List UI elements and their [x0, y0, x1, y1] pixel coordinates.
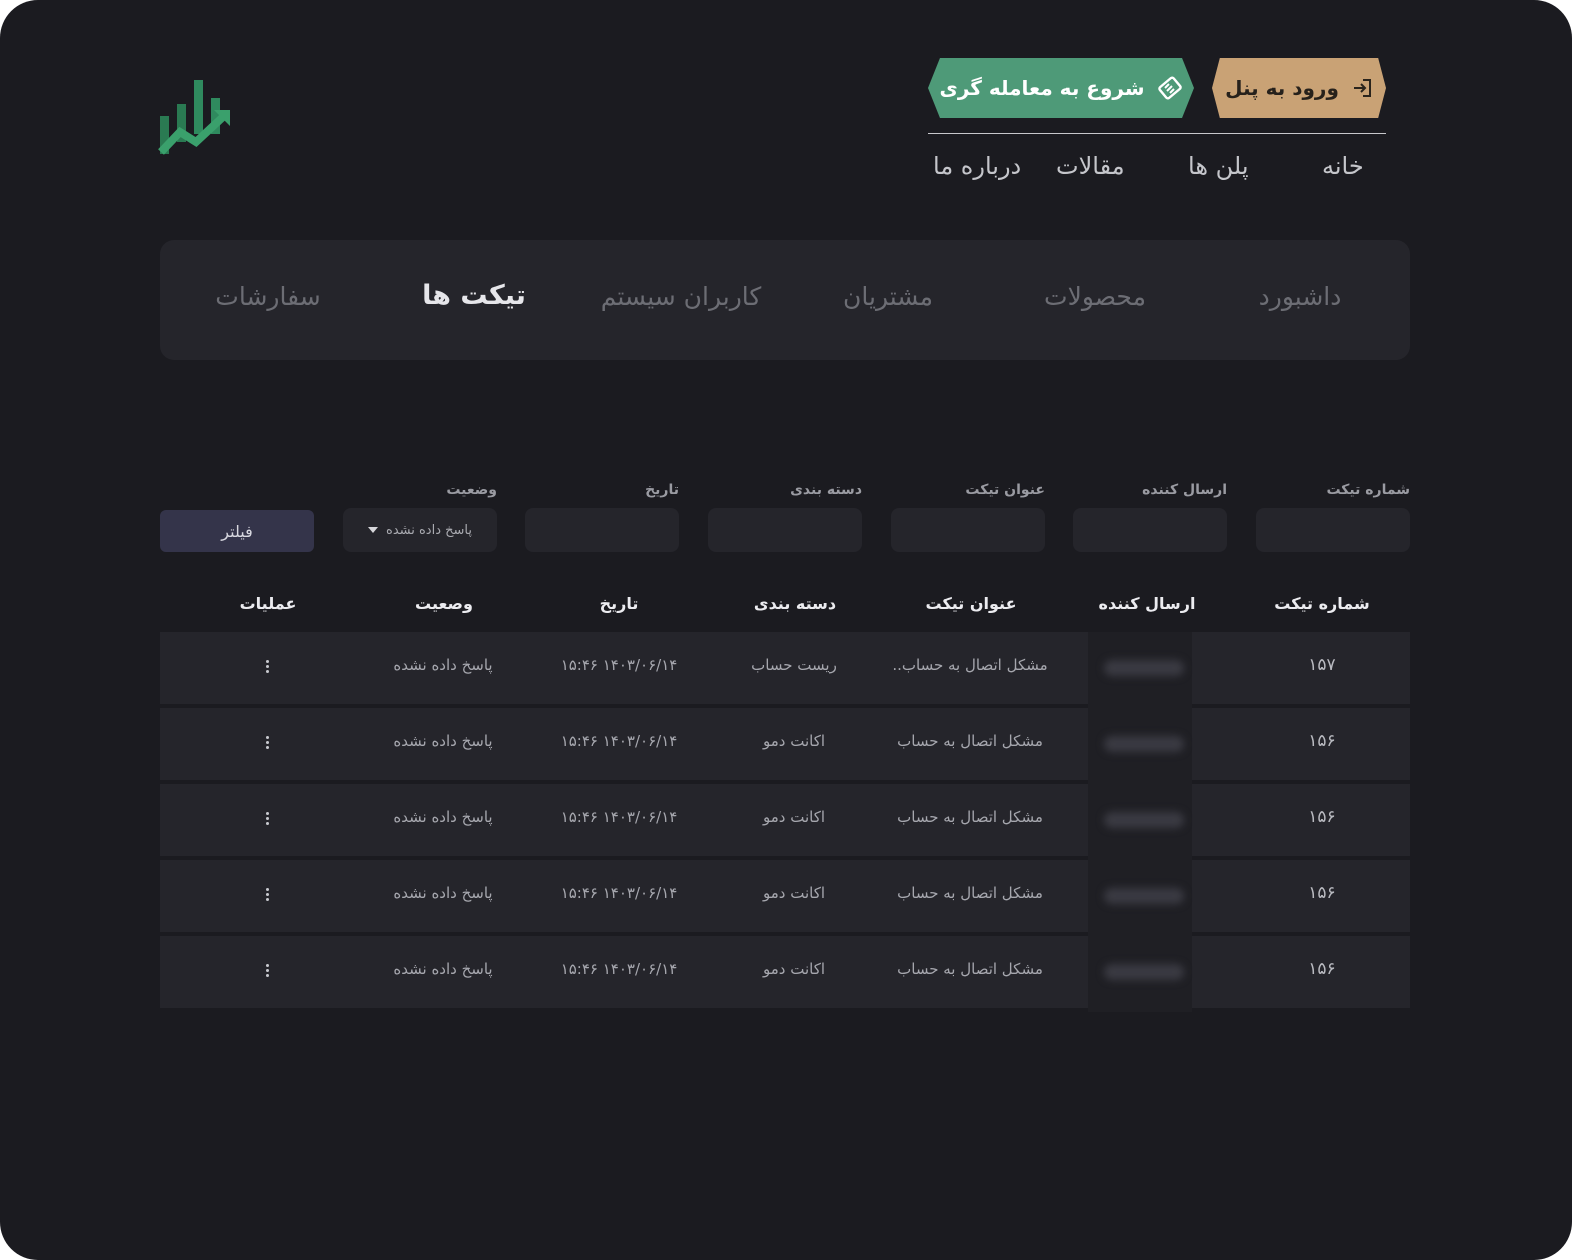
cell-number: ۱۵۷ [1308, 655, 1336, 675]
redacted-sender [1104, 964, 1184, 980]
cell-status: پاسخ داده نشده [393, 808, 493, 826]
column-header-number: شماره تیکت [1274, 594, 1370, 613]
filter-label-sender: ارسال کننده [1142, 482, 1227, 498]
cell-date: ۱۴۰۳/۰۶/۱۴ ۱۵:۴۶ [560, 656, 678, 674]
status-select-value: پاسخ داده نشده [386, 522, 472, 538]
cell-title: مشکل اتصال به حساب [897, 960, 1043, 978]
cell-status: پاسخ داده نشده [393, 732, 493, 750]
nav-home[interactable]: خانه [1322, 152, 1364, 180]
caret-down-icon [368, 527, 379, 533]
login-arrow-icon [1353, 79, 1371, 97]
cell-category: اکانت دمو [762, 960, 826, 978]
nav-articles[interactable]: مقالات [1056, 152, 1125, 180]
cell-title: مشکل اتصال به حساب [897, 808, 1043, 826]
cell-title: مشکل اتصال به حساب [897, 732, 1043, 750]
cell-category: اکانت دمو [762, 808, 826, 826]
title-input[interactable] [891, 508, 1045, 552]
table-row[interactable]: ۱۵۶ مشکل اتصال به حساب اکانت دمو ۱۴۰۳/۰۶… [160, 860, 1410, 932]
cell-date: ۱۴۰۳/۰۶/۱۴ ۱۵:۴۶ [560, 732, 678, 750]
table-row[interactable]: ۱۵۶ مشکل اتصال به حساب اکانت دمو ۱۴۰۳/۰۶… [160, 708, 1410, 780]
kebab-menu-icon[interactable] [265, 812, 269, 826]
nav-about[interactable]: درباره ما [933, 152, 1021, 180]
tab-orders[interactable]: سفارشات [215, 282, 320, 311]
kebab-menu-icon[interactable] [265, 964, 269, 978]
tab-dashboard[interactable]: داشبورد [1259, 282, 1342, 311]
date-input[interactable] [525, 508, 679, 552]
column-header-date: تاریخ [599, 594, 639, 613]
filter-button[interactable]: فیلتر [160, 510, 314, 552]
cell-date: ۱۴۰۳/۰۶/۱۴ ۱۵:۴۶ [560, 808, 678, 826]
table-row[interactable]: ۱۵۷ مشکل اتصال به حساب.. ریست حساب ۱۴۰۳/… [160, 632, 1410, 704]
start-trading-label: شروع به معامله گری [939, 76, 1145, 100]
filter-label-status: وضعیت [446, 482, 497, 498]
cell-title: مشکل اتصال به حساب.. [892, 656, 1048, 674]
redacted-sender [1104, 888, 1184, 904]
cell-number: ۱۵۶ [1308, 807, 1336, 827]
app-window: ورود به پنل شروع به معامله گری خانه پلن … [0, 0, 1572, 1260]
panel-tabs: داشبورد محصولات مشتریان کاربران سیستم تی… [160, 240, 1410, 360]
cell-date: ۱۴۰۳/۰۶/۱۴ ۱۵:۴۶ [560, 884, 678, 902]
column-header-title: عنوان تیکت [925, 594, 1017, 613]
start-trading-button[interactable]: شروع به معامله گری [928, 58, 1194, 118]
redacted-sender [1104, 660, 1184, 676]
cell-number: ۱۵۶ [1308, 883, 1336, 903]
sender-input[interactable] [1073, 508, 1227, 552]
tab-tickets[interactable]: تیکت ها [422, 280, 526, 311]
header-divider [928, 133, 1386, 134]
tab-system-users[interactable]: کاربران سیستم [601, 282, 762, 311]
tab-customers[interactable]: مشتریان [843, 282, 933, 311]
column-header-category: دسته بندی [753, 594, 837, 613]
nav-plans[interactable]: پلن ها [1188, 152, 1249, 180]
cell-category: اکانت دمو [762, 884, 826, 902]
cell-status: پاسخ داده نشده [393, 656, 493, 674]
cell-category: اکانت دمو [762, 732, 826, 750]
redacted-sender [1104, 812, 1184, 828]
filter-label-category: دسته بندی [790, 482, 862, 498]
cell-date: ۱۴۰۳/۰۶/۱۴ ۱۵:۴۶ [560, 960, 678, 978]
cell-number: ۱۵۶ [1308, 959, 1336, 979]
filter-label-title: عنوان تیکت [965, 482, 1045, 498]
cell-category: ریست حساب [751, 656, 837, 674]
cell-status: پاسخ داده نشده [393, 960, 493, 978]
handshake-icon [1157, 76, 1182, 100]
column-header-actions: عملیات [239, 594, 297, 613]
kebab-menu-icon[interactable] [265, 888, 269, 902]
filter-label-ticket-number: شماره تیکت [1326, 482, 1410, 498]
kebab-menu-icon[interactable] [265, 736, 269, 750]
cell-number: ۱۵۶ [1308, 731, 1336, 751]
table-row[interactable]: ۱۵۶ مشکل اتصال به حساب اکانت دمو ۱۴۰۳/۰۶… [160, 936, 1410, 1008]
logo-icon[interactable] [158, 78, 234, 158]
tab-products[interactable]: محصولات [1044, 282, 1146, 311]
kebab-menu-icon[interactable] [265, 660, 269, 674]
column-header-status: وصعیت [415, 594, 473, 613]
category-input[interactable] [708, 508, 862, 552]
ticket-number-input[interactable] [1256, 508, 1410, 552]
redacted-sender [1104, 736, 1184, 752]
login-panel-button[interactable]: ورود به پنل [1212, 58, 1386, 118]
status-select[interactable]: پاسخ داده نشده [343, 508, 497, 552]
column-header-sender: ارسال کننده [1098, 594, 1196, 613]
table-row[interactable]: ۱۵۶ مشکل اتصال به حساب اکانت دمو ۱۴۰۳/۰۶… [160, 784, 1410, 856]
cell-title: مشکل اتصال به حساب [897, 884, 1043, 902]
login-panel-label: ورود به پنل [1225, 76, 1339, 100]
cell-status: پاسخ داده نشده [393, 884, 493, 902]
filter-label-date: تاریخ [645, 482, 679, 498]
